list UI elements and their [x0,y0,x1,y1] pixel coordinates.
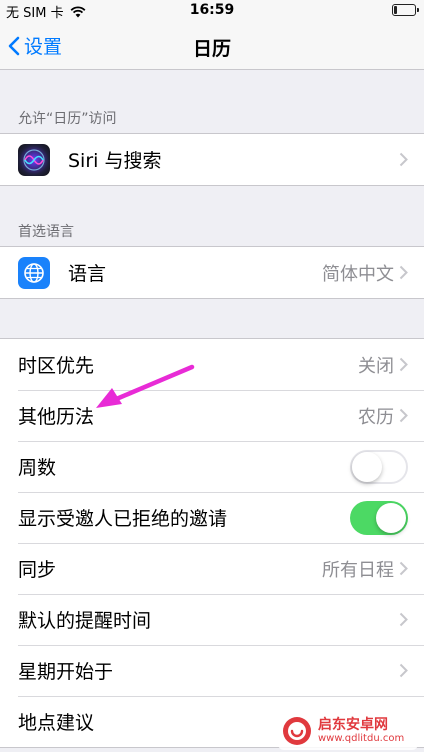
watermark-text: 启东安卓网 www.qdlitdu.com [318,718,404,744]
watermark: 启东安卓网 www.qdlitdu.com [278,712,418,750]
row-week-numbers: 周数 [0,441,424,492]
week-numbers-toggle[interactable] [350,450,408,484]
row-show-declined: 显示受邀人已拒绝的邀请 [0,492,424,543]
row-alternate-calendars[interactable]: 其他历法 农历 [0,390,424,441]
chevron-right-icon [399,265,408,280]
chevron-right-icon [399,408,408,423]
watermark-logo-icon [283,717,311,745]
chevron-right-icon [399,561,408,576]
row-language[interactable]: 语言 简体中文 [0,247,424,298]
row-sync[interactable]: 同步 所有日程 [0,543,424,594]
week-start-label: 星期开始于 [18,661,114,683]
group-language: 语言 简体中文 [0,246,424,299]
globe-icon [18,256,50,289]
chevron-right-icon [399,663,408,678]
siri-icon [18,143,50,176]
watermark-url: www.qdlitdu.com [318,733,405,744]
siri-label: Siri 与搜索 [68,150,162,172]
timezone-value: 关闭 [358,355,394,377]
battery-fill [394,6,397,14]
status-bar: 无 SIM 卡 16:59 [0,0,424,22]
row-week-start[interactable]: 星期开始于 [0,645,424,696]
sync-label: 同步 [18,559,57,581]
row-default-alert[interactable]: 默认的提醒时间 [0,594,424,645]
page-title: 日历 [192,38,231,60]
default-alert-label: 默认的提醒时间 [18,610,152,632]
group-calendar-settings: 时区优先 关闭 其他历法 农历 周数 显示受邀人已拒绝的邀请 同步 所有日程 默… [0,338,424,748]
group-access: Siri 与搜索 [0,133,424,186]
watermark-title: 启东安卓网 [318,717,388,733]
chevron-right-icon [399,152,408,167]
toggle-knob [376,503,406,533]
section-header-access: 允许“日历”访问 [18,111,117,127]
chevron-right-icon [399,612,408,627]
nav-bar: 设置 日历 [0,22,424,70]
annotation-arrow-icon [96,364,195,408]
row-siri-search[interactable]: Siri 与搜索 [0,134,424,185]
alt-calendar-value: 农历 [358,406,394,428]
language-value: 简体中文 [322,263,394,285]
row-timezone[interactable]: 时区优先 关闭 [0,339,424,390]
battery-icon [392,4,419,16]
status-time: 16:59 [189,2,235,18]
section-header-language: 首选语言 [18,224,74,240]
language-label: 语言 [68,263,107,285]
show-declined-toggle[interactable] [350,501,408,535]
chevron-right-icon [399,357,408,372]
toggle-knob [352,452,382,482]
sync-value: 所有日程 [322,559,394,581]
